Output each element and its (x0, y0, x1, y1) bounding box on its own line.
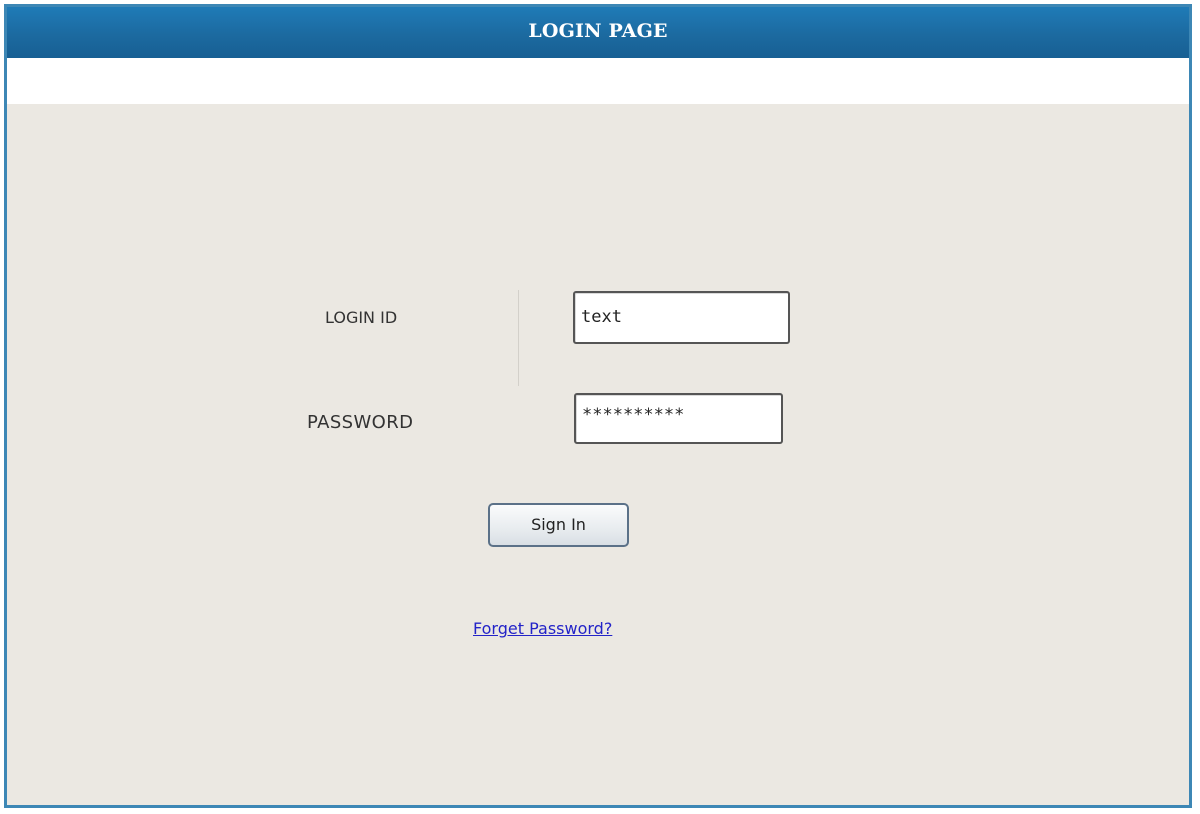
header-subbar (7, 58, 1189, 104)
sign-in-button[interactable]: Sign In (488, 503, 629, 547)
password-input[interactable]: ********** (574, 393, 783, 444)
login-id-input[interactable]: text (573, 291, 790, 344)
password-label: PASSWORD (307, 412, 414, 433)
login-id-label: LOGIN ID (325, 308, 398, 327)
page-title: LOGIN PAGE (528, 20, 668, 42)
form-divider (518, 290, 519, 386)
forgot-password-link[interactable]: Forget Password? (473, 619, 612, 638)
page-header: LOGIN PAGE (7, 7, 1189, 58)
login-window: LOGIN PAGE LOGIN ID text PASSWORD ******… (4, 4, 1192, 808)
